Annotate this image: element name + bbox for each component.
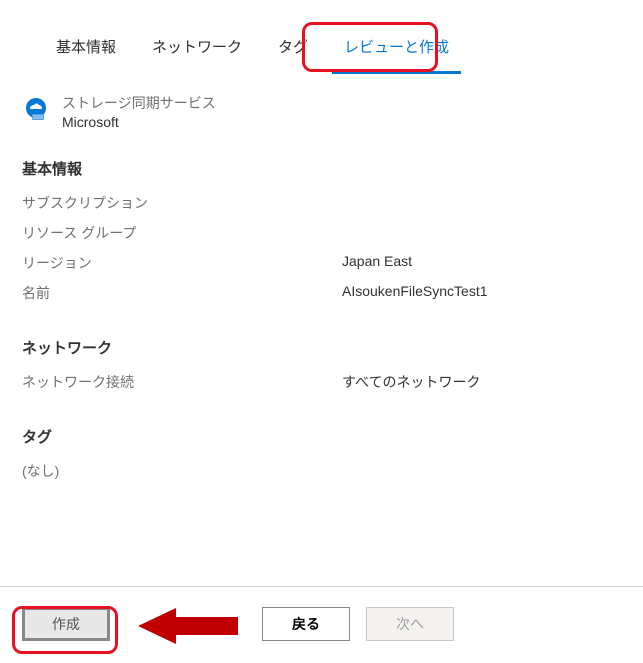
section-network: ネットワーク ネットワーク接続 すべてのネットワーク	[0, 319, 643, 408]
service-publisher: Microsoft	[62, 114, 216, 130]
tab-bar: 基本情報 ネットワーク タグ レビューと作成	[0, 0, 643, 74]
section-tag-title: タグ	[22, 426, 621, 447]
region-value: Japan East	[342, 253, 412, 273]
footer-bar: 作成 戻る 次へ	[0, 586, 643, 663]
row-region: リージョン Japan East	[22, 253, 621, 273]
create-button[interactable]: 作成	[22, 607, 110, 641]
tab-tag[interactable]: タグ	[266, 28, 320, 74]
next-button: 次へ	[366, 607, 454, 641]
row-subscription: サブスクリプション	[22, 193, 621, 213]
storage-sync-icon	[22, 96, 50, 124]
row-network-conn: ネットワーク接続 すべてのネットワーク	[22, 372, 621, 392]
region-label: リージョン	[22, 253, 342, 273]
row-resource-group: リソース グループ	[22, 223, 621, 243]
subscription-label: サブスクリプション	[22, 193, 342, 213]
tag-none: (なし)	[22, 461, 621, 481]
back-button[interactable]: 戻る	[262, 607, 350, 641]
tab-network[interactable]: ネットワーク	[140, 28, 254, 74]
service-title: ストレージ同期サービス	[62, 94, 216, 114]
section-network-title: ネットワーク	[22, 337, 621, 358]
resource-group-label: リソース グループ	[22, 223, 342, 243]
row-name: 名前 AIsoukenFileSyncTest1	[22, 283, 621, 303]
network-conn-value: すべてのネットワーク	[342, 372, 480, 392]
name-value: AIsoukenFileSyncTest1	[342, 283, 488, 303]
tab-basic[interactable]: 基本情報	[44, 28, 128, 74]
section-basic: 基本情報 サブスクリプション リソース グループ リージョン Japan Eas…	[0, 140, 643, 319]
section-tag: タグ (なし)	[0, 408, 643, 487]
service-header: ストレージ同期サービス Microsoft	[0, 74, 643, 140]
network-conn-label: ネットワーク接続	[22, 372, 342, 392]
name-label: 名前	[22, 283, 342, 303]
tab-review-create[interactable]: レビューと作成	[332, 28, 461, 74]
section-basic-title: 基本情報	[22, 158, 621, 179]
